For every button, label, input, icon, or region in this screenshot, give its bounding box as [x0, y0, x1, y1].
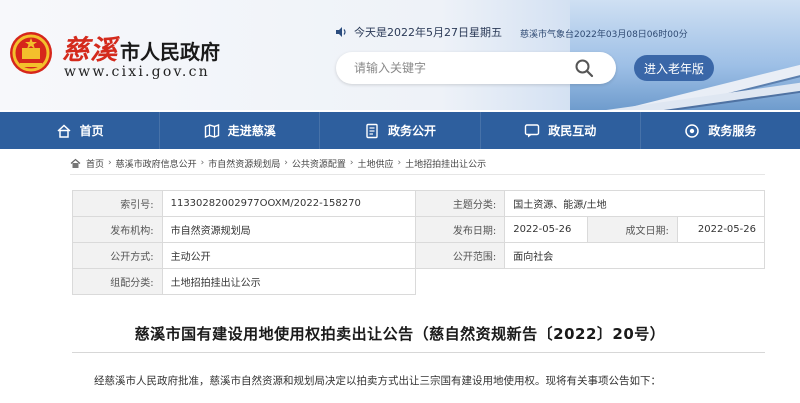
article-intro: 经慈溪市人民政府批准，慈溪市自然资源和规划局决定以拍卖方式出让三宗国有建设用地使…: [94, 375, 661, 387]
mode-label: 公开方式:: [72, 242, 163, 269]
home-icon: [57, 123, 71, 138]
breadcrumb-item[interactable]: 土地招拍挂出让公示: [405, 157, 486, 170]
nav-item-interaction[interactable]: 政民互动: [481, 112, 641, 149]
gendate-label: 成文日期:: [587, 216, 678, 243]
document-icon: [366, 123, 378, 138]
nav-label: 政民互动: [548, 124, 597, 138]
home-icon: [70, 158, 81, 168]
table-row: 索引号: 11330282002977OOXM/2022-158270 主题分类…: [72, 190, 765, 217]
weather-info[interactable]: 慈溪市气象台2022年03月08日06时00分: [520, 27, 688, 40]
pubdate-value: 2022-05-26: [504, 216, 589, 243]
nav-item-about-cixi[interactable]: 走进慈溪: [160, 112, 321, 149]
divider: [70, 174, 765, 175]
group-value: 土地招拍挂出让公示: [161, 268, 416, 295]
nav-label: 首页: [79, 124, 104, 138]
logo-gov-name: 市人民政府: [120, 40, 220, 64]
org-label: 发布机构:: [72, 216, 163, 243]
index-label: 索引号:: [72, 190, 163, 217]
scope-label: 公开范围:: [414, 242, 506, 269]
table-row: 公开方式: 主动公开 公开范围: 面向社会: [72, 242, 765, 269]
search-input[interactable]: [354, 58, 574, 78]
table-row: 组配分类: 土地招拍挂出让公示: [72, 268, 765, 295]
breadcrumb-separator: ›: [200, 158, 205, 168]
date-line: 今天是2022年5月27日星期五: [334, 24, 502, 40]
theme-label: 主题分类:: [414, 190, 506, 217]
breadcrumb-separator: ›: [349, 158, 354, 168]
mode-value: 主动公开: [161, 242, 416, 269]
speaker-icon[interactable]: [334, 25, 348, 39]
nav-label: 政务公开: [388, 124, 437, 138]
breadcrumb-separator: ›: [397, 158, 402, 168]
logo-city-name: 慈溪: [62, 35, 118, 66]
document-info-table: 索引号: 11330282002977OOXM/2022-158270 主题分类…: [72, 190, 766, 295]
gendate-value: 2022-05-26: [676, 216, 766, 243]
breadcrumb-item[interactable]: 市自然资源规划局: [208, 157, 280, 170]
article-title: 慈溪市国有建设用地使用权拍卖出让公告（慈自然资规新告〔2022〕20号）: [134, 325, 666, 343]
breadcrumb-separator: ›: [108, 158, 112, 168]
current-date: 今天是2022年5月27日星期五: [354, 26, 502, 39]
main-nav: 首页 走进慈溪 政务公开 政民互动 政务服务: [0, 112, 800, 149]
table-row: 发布机构: 市自然资源规划局 发布日期: 2022-05-26 成文日期: 20…: [72, 216, 766, 243]
search-icon[interactable]: [574, 58, 594, 78]
breadcrumb-item[interactable]: 土地供应: [358, 157, 394, 170]
breadcrumb: 首页 › 慈溪市政府信息公开 › 市自然资源规划局 › 公共资源配置 › 土地供…: [70, 155, 486, 171]
breadcrumb-separator: ›: [284, 158, 288, 168]
scope-value: 面向社会: [504, 242, 765, 269]
site-header: 慈溪 市人民政府 www.cixi.gov.cn 今天是2022年5月27日星期…: [0, 0, 800, 110]
group-label: 组配分类:: [72, 268, 163, 295]
map-icon: [204, 123, 219, 138]
search-box: [336, 52, 616, 84]
national-emblem-icon: [10, 32, 52, 74]
nav-label: 政务服务: [708, 124, 757, 138]
nav-item-gov-services[interactable]: 政务服务: [641, 112, 800, 149]
theme-value: 国土资源、能源/土地: [504, 190, 765, 217]
nav-item-gov-affairs[interactable]: 政务公开: [320, 112, 481, 149]
breadcrumb-item[interactable]: 慈溪市政府信息公开: [116, 157, 197, 170]
breadcrumb-item[interactable]: 首页: [86, 157, 104, 170]
nav-label: 走进慈溪: [227, 124, 276, 138]
page: 慈溪 市人民政府 www.cixi.gov.cn 今天是2022年5月27日星期…: [0, 0, 800, 403]
elder-mode-button[interactable]: 进入老年版: [634, 55, 714, 81]
nav-item-home[interactable]: 首页: [0, 112, 161, 149]
pubdate-label: 发布日期:: [414, 216, 506, 243]
divider: [72, 352, 765, 353]
chat-icon: [525, 123, 540, 137]
org-value: 市自然资源规划局: [161, 216, 416, 243]
logo-url: www.cixi.gov.cn: [64, 64, 210, 80]
site-logo[interactable]: 慈溪 市人民政府: [62, 28, 220, 66]
index-value: 11330282002977OOXM/2022-158270: [161, 190, 416, 217]
breadcrumb-item[interactable]: 公共资源配置: [292, 157, 346, 170]
service-icon: [685, 123, 700, 138]
